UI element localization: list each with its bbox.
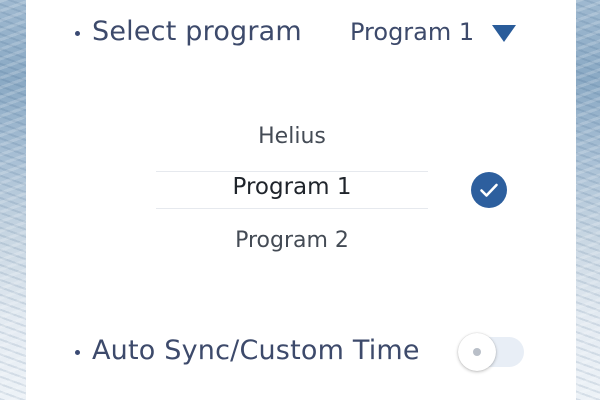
bullet-icon bbox=[75, 350, 80, 355]
program-picker[interactable]: Helius Program 1 Program 2 bbox=[26, 110, 576, 270]
auto-sync-toggle[interactable] bbox=[458, 333, 526, 371]
bullet-icon bbox=[75, 31, 80, 36]
auto-sync-label: Auto Sync/Custom Time bbox=[92, 335, 420, 366]
toggle-thumb[interactable] bbox=[458, 333, 496, 371]
picker-selection-divider-bottom bbox=[156, 208, 428, 209]
auto-sync-row: Auto Sync/Custom Time bbox=[26, 330, 576, 374]
caret-down-icon[interactable] bbox=[492, 25, 516, 42]
picker-option-program-2[interactable]: Program 2 bbox=[156, 228, 428, 253]
sea-background-right bbox=[576, 0, 600, 400]
settings-card: Select program Program 1 Helius Program … bbox=[26, 0, 576, 400]
select-program-row[interactable]: Select program Program 1 bbox=[26, 12, 576, 54]
select-program-label: Select program bbox=[92, 16, 302, 47]
picker-selection-divider-top bbox=[156, 171, 428, 172]
check-circle-icon bbox=[471, 172, 507, 208]
toggle-dot-icon bbox=[473, 348, 481, 356]
selected-program-value[interactable]: Program 1 bbox=[350, 18, 474, 46]
sea-background-left bbox=[0, 0, 26, 400]
picker-option-program-1[interactable]: Program 1 bbox=[156, 174, 428, 200]
picker-option-helius[interactable]: Helius bbox=[156, 124, 428, 149]
